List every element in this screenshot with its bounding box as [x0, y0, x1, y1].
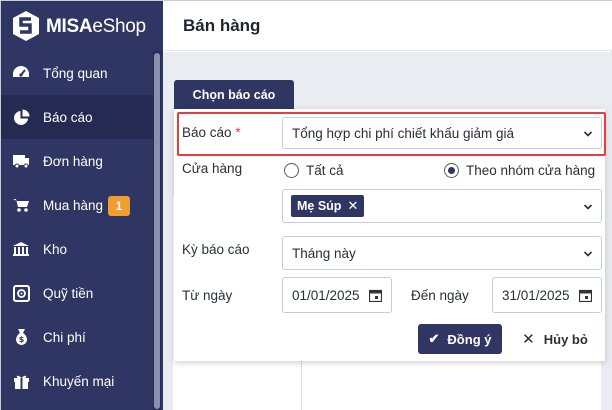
- warehouse-icon: [11, 239, 31, 259]
- svg-text:$: $: [18, 335, 24, 344]
- sidebar: MISAeShop Tổng quan Báo cáo Đơn hàng Mua…: [1, 1, 163, 410]
- sidebar-item-chi-phi[interactable]: $ Chi phí: [1, 315, 153, 359]
- calendar-icon[interactable]: [579, 289, 592, 302]
- sidebar-item-tong-quan[interactable]: Tổng quan: [1, 51, 153, 95]
- money-bag-icon: $: [11, 327, 31, 347]
- remove-tag-icon[interactable]: ✕: [347, 198, 358, 214]
- from-date-value: 01/01/2025: [292, 288, 360, 303]
- header: Bán hàng: [163, 1, 612, 51]
- gift-icon: [11, 371, 31, 391]
- period-label: Kỳ báo cáo: [182, 242, 250, 257]
- brand-name: MISAeShop: [46, 16, 146, 37]
- radio-label: Tất cả: [306, 163, 344, 178]
- store-tag-label: Mẹ Súp: [297, 199, 342, 213]
- report-highlight-box: [177, 112, 606, 156]
- notification-badge: 1: [108, 196, 130, 216]
- misa-logo-icon: [13, 11, 39, 41]
- order-icon: [11, 151, 31, 171]
- from-date-input[interactable]: 01/01/2025: [282, 277, 392, 313]
- dashboard-icon: [11, 63, 31, 83]
- sidebar-item-label: Đơn hàng: [43, 153, 103, 169]
- sidebar-item-khuyen-mai[interactable]: Khuyến mại: [1, 359, 153, 403]
- sidebar-item-label: Tổng quan: [43, 65, 108, 81]
- sidebar-item-label: Báo cáo: [43, 109, 93, 125]
- sidebar-item-label: Chi phí: [43, 329, 86, 345]
- calendar-icon[interactable]: [369, 289, 382, 302]
- pie-chart-icon: [11, 107, 31, 127]
- radio-circle: [284, 163, 299, 178]
- radio-circle-selected: [444, 163, 459, 178]
- sidebar-item-bao-cao[interactable]: Báo cáo: [1, 95, 153, 139]
- store-tag: Mẹ Súp ✕: [291, 195, 365, 217]
- tab-chon-bao-cao[interactable]: Chọn báo cáo: [174, 80, 294, 110]
- cancel-button-label: Hủy bỏ: [543, 331, 588, 347]
- radio-all-stores[interactable]: Tất cả: [284, 163, 344, 178]
- check-icon: ✔: [428, 331, 440, 346]
- period-select[interactable]: Tháng này: [282, 236, 602, 270]
- safe-icon: [11, 283, 31, 303]
- cart-icon: [11, 195, 31, 215]
- to-date-label: Đến ngày: [411, 288, 469, 303]
- store-group-select[interactable]: Mẹ Súp ✕: [282, 189, 602, 223]
- page-title: Bán hàng: [183, 16, 261, 35]
- from-date-label: Từ ngày: [182, 288, 233, 303]
- sidebar-item-don-hang[interactable]: Đơn hàng: [1, 139, 153, 183]
- sidebar-item-mua-hang[interactable]: Mua hàng 1: [1, 183, 153, 227]
- sidebar-menu: Tổng quan Báo cáo Đơn hàng Mua hàng 1 Kh…: [1, 51, 153, 403]
- store-label: Cửa hàng: [182, 161, 243, 176]
- sidebar-item-quy-tien[interactable]: Quỹ tiền: [1, 271, 153, 315]
- divider: [301, 356, 302, 410]
- radio-store-group[interactable]: Theo nhóm cửa hàng: [444, 163, 595, 178]
- sidebar-scrollbar-thumb[interactable]: [154, 53, 160, 409]
- logo[interactable]: MISAeShop: [1, 1, 163, 51]
- confirm-button-label: Đồng ý: [447, 331, 492, 347]
- sidebar-item-label: Kho: [43, 241, 68, 257]
- sidebar-item-label: Khuyến mại: [43, 373, 115, 389]
- cancel-button[interactable]: ✕ Hủy bỏ: [515, 324, 595, 354]
- confirm-button[interactable]: ✔ Đồng ý: [418, 324, 502, 354]
- to-date-value: 31/01/2025: [502, 288, 570, 303]
- period-select-value: Tháng này: [292, 246, 356, 261]
- sidebar-item-label: Quỹ tiền: [43, 285, 94, 301]
- close-icon: ✕: [522, 331, 535, 348]
- chevron-down-icon: [583, 251, 593, 257]
- chevron-down-icon: [583, 204, 593, 210]
- to-date-input[interactable]: 31/01/2025: [492, 277, 602, 313]
- radio-label: Theo nhóm cửa hàng: [466, 163, 596, 178]
- sidebar-item-label: Mua hàng: [43, 197, 104, 213]
- sidebar-item-kho[interactable]: Kho: [1, 227, 153, 271]
